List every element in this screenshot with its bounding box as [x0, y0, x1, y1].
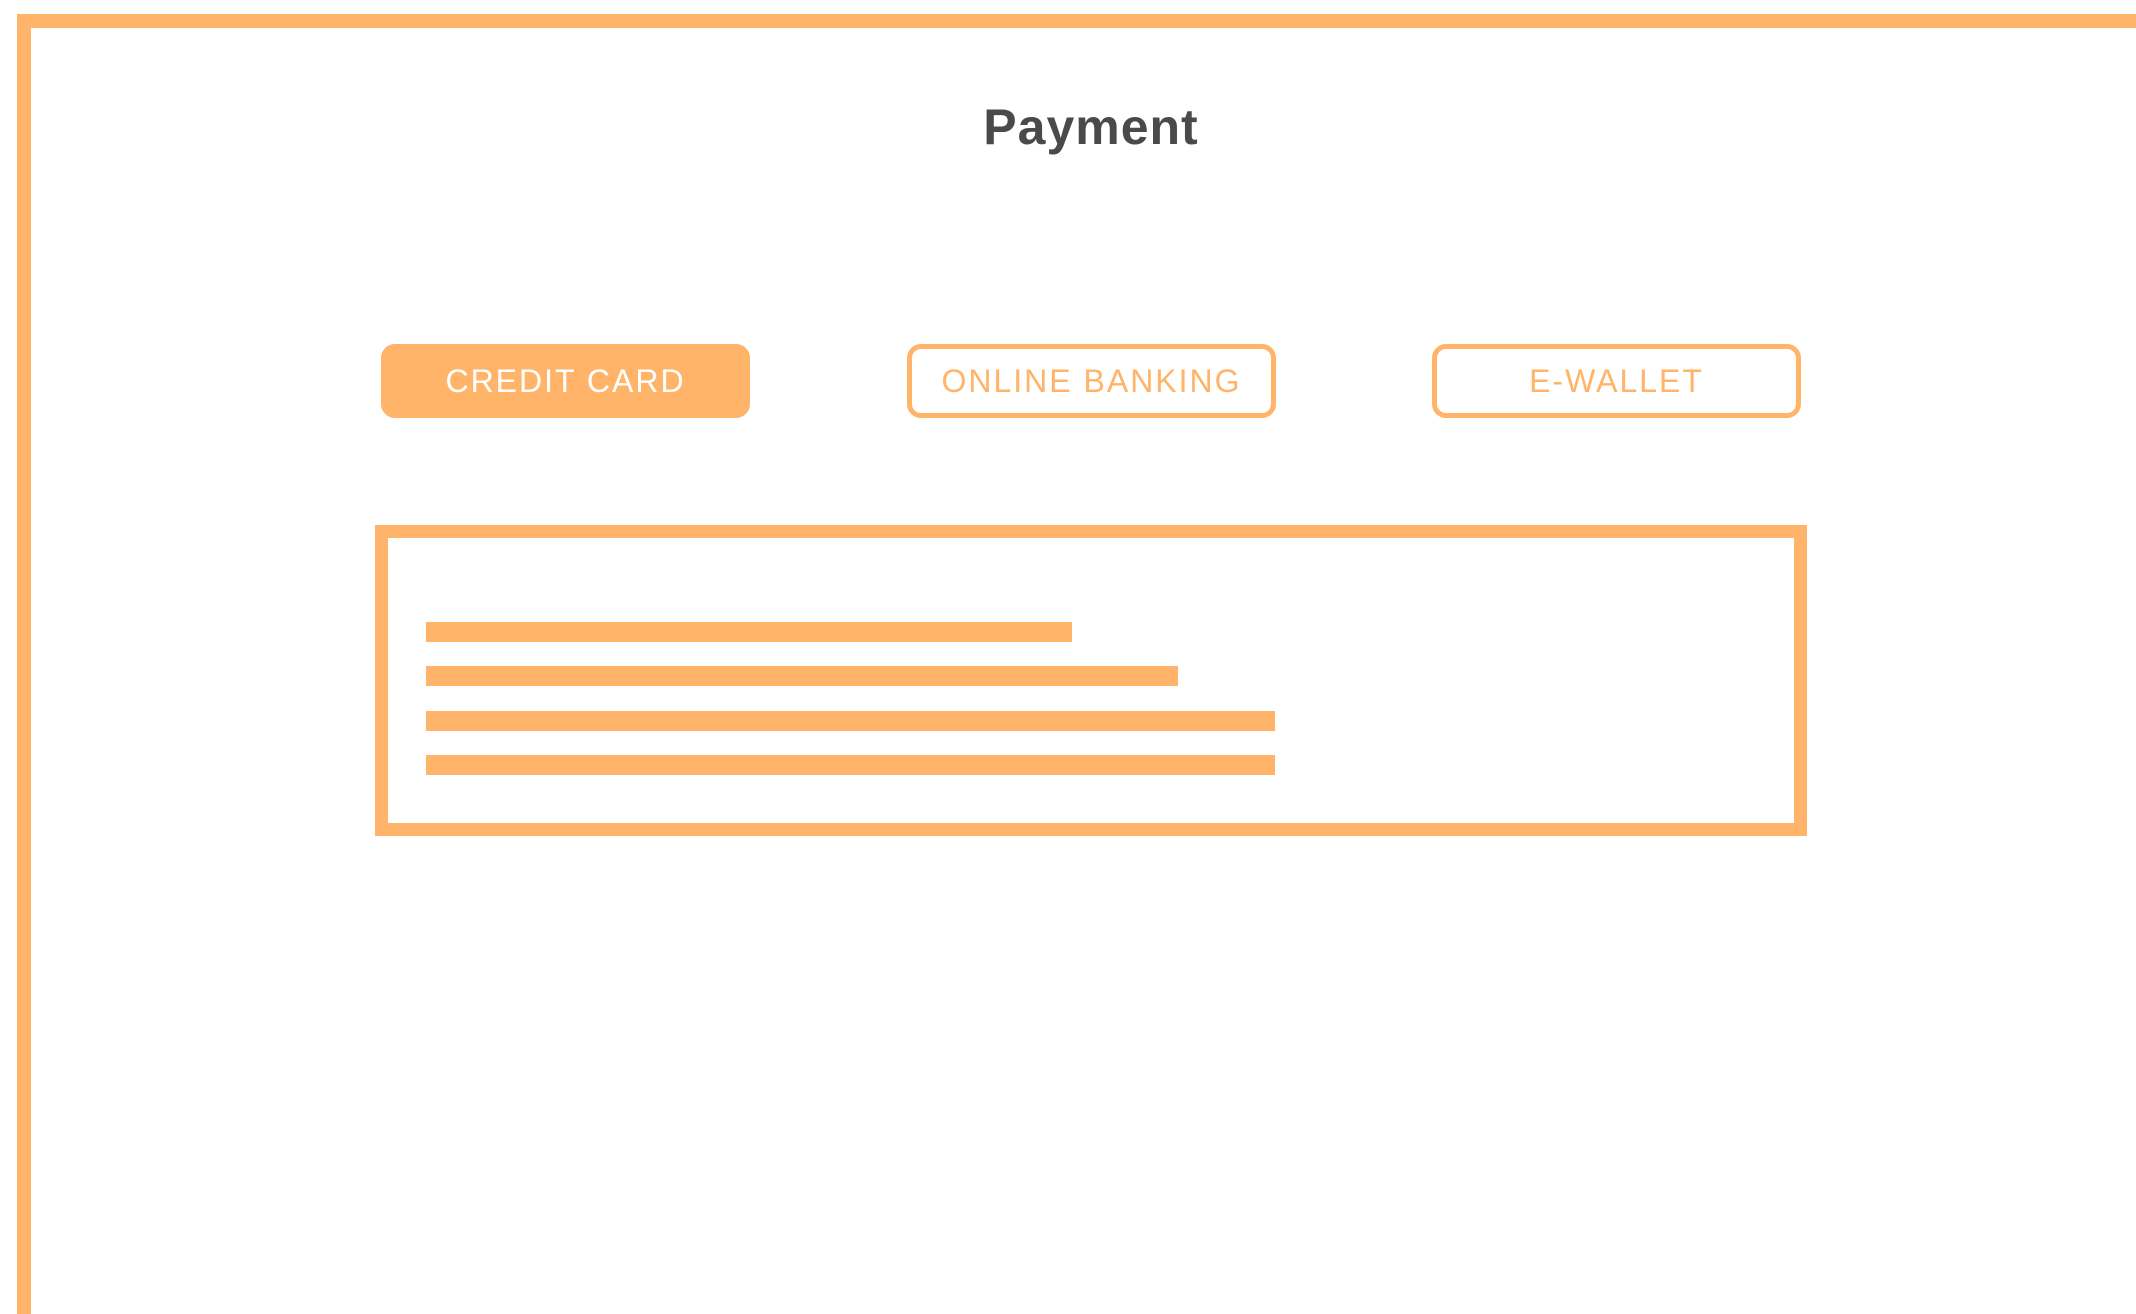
tab-credit-card[interactable]: CREDIT CARD — [381, 344, 750, 418]
tab-e-wallet[interactable]: E-WALLET — [1432, 344, 1801, 418]
placeholder-line — [426, 666, 1178, 686]
payment-details-panel — [375, 525, 1807, 836]
tab-online-banking-label: ONLINE BANKING — [941, 362, 1242, 399]
tab-online-banking[interactable]: ONLINE BANKING — [907, 344, 1276, 418]
tab-e-wallet-label: E-WALLET — [1529, 362, 1704, 399]
page-title: Payment — [983, 99, 1199, 155]
placeholder-line — [426, 755, 1275, 775]
tab-credit-card-label: CREDIT CARD — [445, 362, 686, 399]
placeholder-line — [426, 711, 1275, 731]
placeholder-line — [426, 622, 1072, 642]
